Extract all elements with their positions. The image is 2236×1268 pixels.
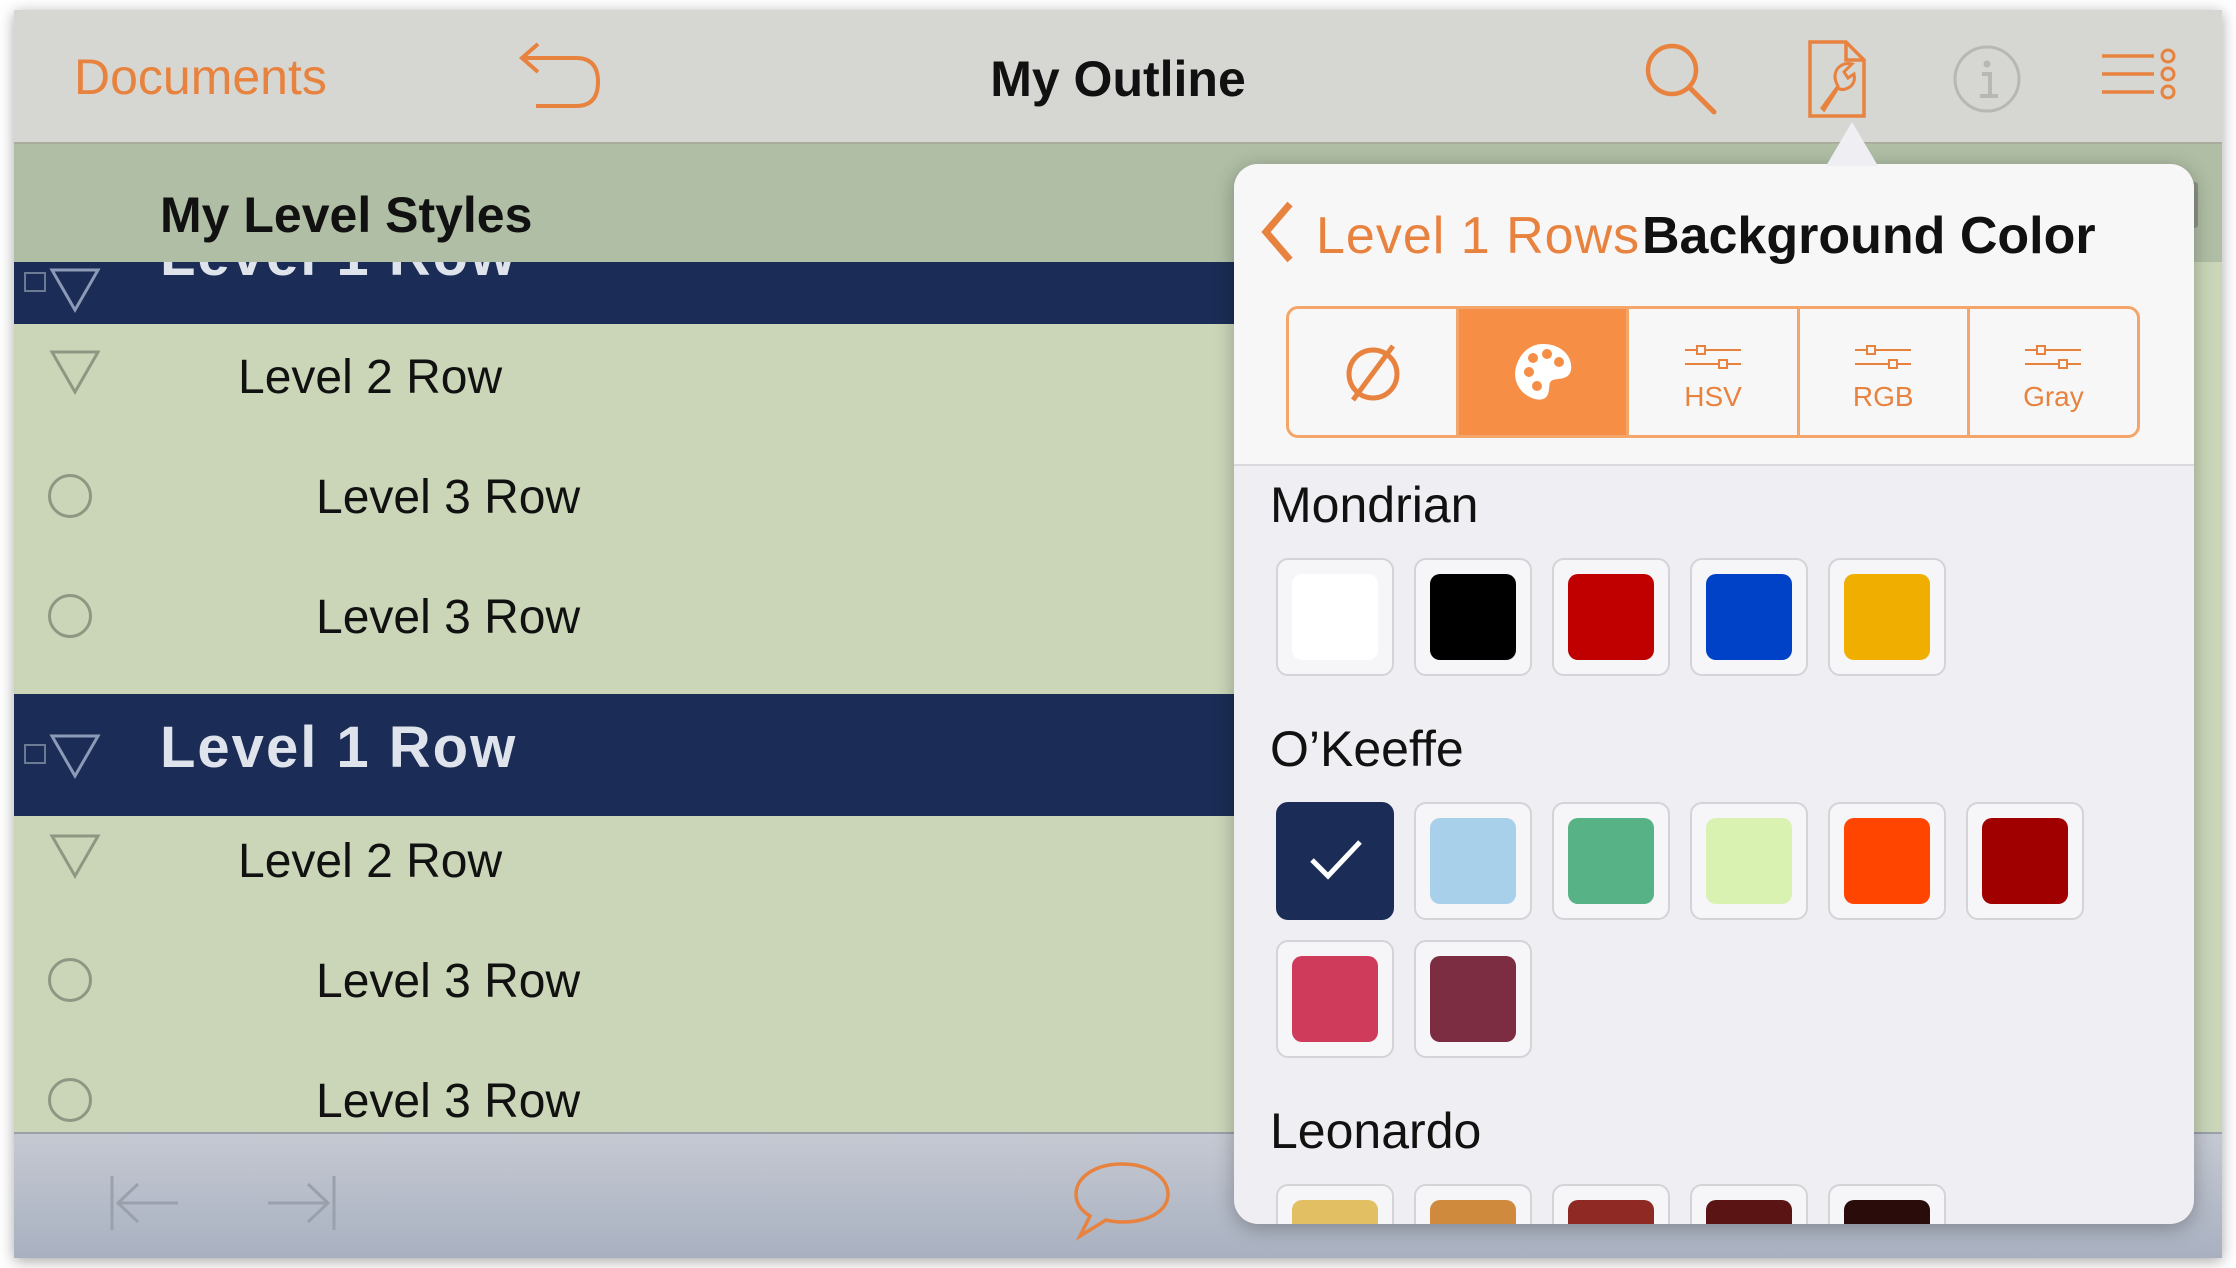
note-badge-icon[interactable]: [24, 272, 46, 292]
color-swatch[interactable]: [1690, 558, 1808, 676]
outline-row-level-3[interactable]: Level 3 Row: [14, 564, 1234, 684]
color-swatch-selected[interactable]: [1276, 802, 1394, 920]
chevron-left-icon: [1261, 201, 1293, 263]
color-swatch[interactable]: [1552, 558, 1670, 676]
popover-title: Background Color: [1642, 207, 2096, 265]
outline-row-level-3[interactable]: Level 3 Row: [14, 928, 1234, 1048]
swatch-chip: [1568, 1200, 1654, 1224]
disclosure-triangle-icon[interactable]: [48, 830, 102, 880]
row-label[interactable]: Level 1 Row: [160, 262, 517, 289]
row-status-circle-icon[interactable]: [48, 594, 92, 638]
color-swatch[interactable]: [1828, 1184, 1946, 1224]
level-styles-title: My Level Styles: [160, 187, 533, 243]
comment-bubble-icon[interactable]: [1070, 1158, 1174, 1242]
color-swatch[interactable]: [1966, 802, 2084, 920]
row-label[interactable]: Level 3 Row: [316, 470, 580, 525]
segment-palette[interactable]: [1459, 309, 1630, 435]
segment-no-color[interactable]: [1289, 309, 1460, 435]
info-icon[interactable]: [1944, 36, 2030, 122]
app-window: Documents My Outline My Level Styles Lev…: [14, 10, 2222, 1258]
popover-arrow: [1826, 122, 1878, 166]
checkmark-icon: [1310, 840, 1362, 880]
color-swatch[interactable]: [1690, 802, 1808, 920]
outline-row-level-3[interactable]: Level 3 Row: [14, 444, 1234, 564]
disclosure-triangle-icon[interactable]: [48, 264, 102, 314]
color-swatch[interactable]: [1276, 558, 1394, 676]
back-label: Level 1 Rows: [1316, 207, 1641, 265]
color-swatch[interactable]: [1414, 940, 1532, 1058]
swatch-chip: [1706, 818, 1792, 904]
swatch-chip: [1568, 574, 1654, 660]
color-swatch[interactable]: [1552, 802, 1670, 920]
color-mode-segmented-control: HSV RGB Gray: [1286, 306, 2140, 438]
swatch-chip: [1844, 818, 1930, 904]
swatch-chip: [1430, 574, 1516, 660]
document-title: My Outline: [990, 51, 1246, 107]
swatch-chip: [1844, 574, 1930, 660]
row-status-circle-icon[interactable]: [48, 1078, 92, 1122]
outline-row-level-1[interactable]: Level 1 Row: [14, 262, 1234, 324]
disclosure-triangle-icon[interactable]: [48, 730, 102, 780]
palette-title-leonardo: Leonardo: [1270, 1103, 1482, 1159]
row-label[interactable]: Level 2 Row: [238, 834, 502, 889]
outline-row-level-2[interactable]: Level 2 Row: [14, 808, 1234, 928]
palette-title-okeeffe: O’Keeffe: [1270, 721, 1464, 777]
swatch-chip: [1292, 1200, 1378, 1224]
outline-menu-icon[interactable]: [2096, 36, 2182, 122]
swatch-chip: [1706, 574, 1792, 660]
swatch-chip: [1292, 574, 1378, 660]
sliders-icon: [1855, 345, 1912, 369]
row-label[interactable]: Level 3 Row: [316, 954, 580, 1009]
row-label[interactable]: Level 3 Row: [316, 590, 580, 645]
color-swatch[interactable]: [1828, 802, 1946, 920]
segment-label: HSV: [1684, 381, 1742, 412]
search-icon[interactable]: [1638, 36, 1724, 122]
background-color-popover: Level 1 Rows Background Color HSV RGB Gr…: [1234, 164, 2194, 1224]
sliders-icon: [1685, 345, 1741, 369]
segment-hsv[interactable]: HSV: [1629, 309, 1800, 435]
popover-header: Level 1 Rows Background Color HSV RGB Gr…: [1234, 164, 2194, 466]
outline-row-level-1[interactable]: Level 1 Row: [14, 694, 1234, 816]
outdent-icon[interactable]: [104, 1168, 184, 1238]
swatch-chip: [1430, 818, 1516, 904]
color-swatch[interactable]: [1414, 558, 1532, 676]
swatch-chip: [1844, 1200, 1930, 1224]
palette-title-mondrian: Mondrian: [1270, 477, 1479, 533]
palette-icon: [1514, 344, 1572, 400]
outline-row-level-2[interactable]: Level 2 Row: [14, 324, 1234, 444]
outline-row-level-3[interactable]: Level 3 Row: [14, 1048, 1234, 1132]
swatch-chip: [1706, 1200, 1792, 1224]
row-label[interactable]: Level 3 Row: [316, 1074, 580, 1129]
indent-icon[interactable]: [262, 1168, 342, 1238]
swatch-chip: [1292, 956, 1378, 1042]
swatch-chip: [1430, 956, 1516, 1042]
color-swatch[interactable]: [1414, 1184, 1532, 1224]
row-label[interactable]: Level 2 Row: [238, 350, 502, 405]
segment-rgb[interactable]: RGB: [1800, 309, 1970, 435]
swatch-chip: [1430, 1200, 1516, 1224]
sliders-icon: [2025, 345, 2082, 369]
color-swatch[interactable]: [1276, 1184, 1394, 1224]
row-status-circle-icon[interactable]: [48, 474, 92, 518]
color-swatch[interactable]: [1690, 1184, 1808, 1224]
color-swatch[interactable]: [1828, 558, 1946, 676]
segment-label: Gray: [2023, 381, 2084, 412]
disclosure-triangle-icon[interactable]: [48, 346, 102, 396]
color-swatch[interactable]: [1276, 940, 1394, 1058]
row-label[interactable]: Level 1 Row: [160, 714, 517, 781]
swatch-chip: [1568, 818, 1654, 904]
row-status-circle-icon[interactable]: [48, 958, 92, 1002]
note-badge-icon[interactable]: [24, 744, 46, 764]
color-swatch[interactable]: [1552, 1184, 1670, 1224]
color-swatch[interactable]: [1414, 802, 1532, 920]
navigation-bar: Documents My Outline: [14, 10, 2222, 144]
outline-body: Level 1 Row Level 2 Row Level 3 Row Leve…: [14, 262, 1234, 1132]
swatch-chip: [1982, 818, 2068, 904]
no-color-icon: [1346, 344, 1400, 402]
segment-label: RGB: [1852, 381, 1914, 412]
inspector-wrench-icon[interactable]: [1794, 36, 1880, 122]
segment-gray[interactable]: Gray: [1970, 309, 2137, 435]
